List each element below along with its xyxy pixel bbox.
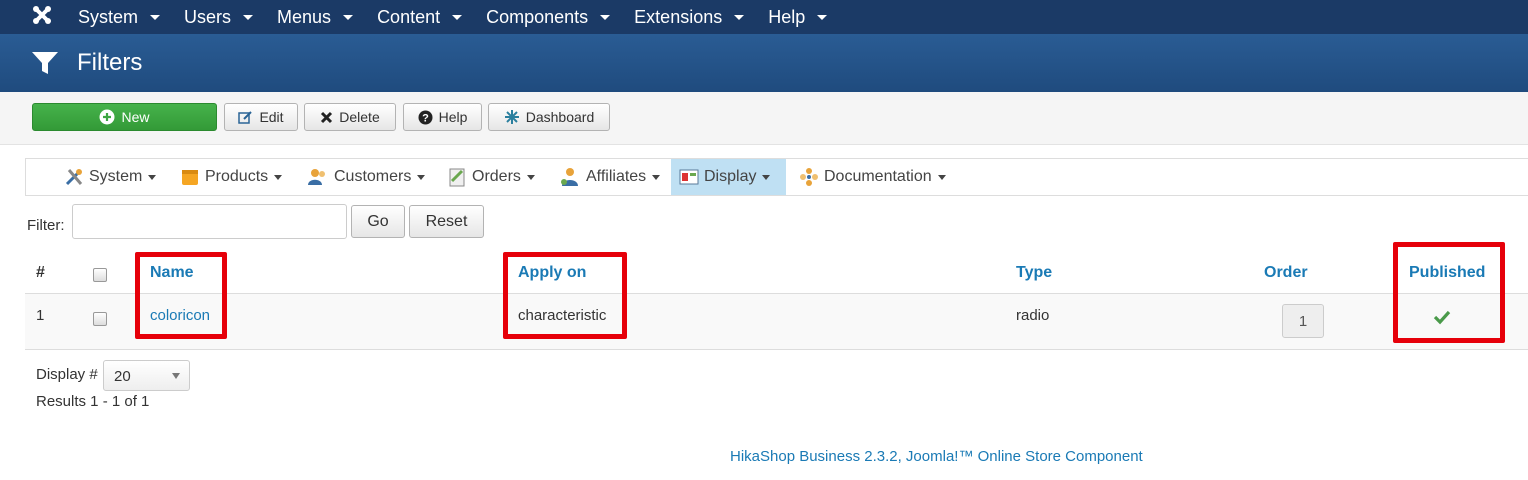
- caret-down-icon: [734, 14, 745, 20]
- new-button[interactable]: New: [32, 103, 217, 131]
- topnav-users[interactable]: Users: [172, 7, 265, 28]
- caret-down-icon: [817, 14, 828, 20]
- caret-down-icon: [937, 174, 946, 180]
- footer-credit-link[interactable]: HikaShop Business 2.3.2, Joomla!™ Online…: [730, 448, 1143, 465]
- caret-down-icon: [417, 174, 426, 180]
- highlight-box-apply-on: [503, 252, 627, 339]
- hikamenu-orders[interactable]: Orders: [439, 159, 543, 195]
- filter-input[interactable]: [72, 204, 347, 239]
- chevron-down-icon: [172, 373, 180, 379]
- hikamenu-affiliates[interactable]: Affiliates: [551, 159, 668, 195]
- hikamenu-display[interactable]: Display: [671, 159, 786, 195]
- svg-text:?: ?: [422, 112, 429, 124]
- hikamenu-products[interactable]: Products: [172, 159, 290, 195]
- column-header-number: #: [36, 264, 45, 281]
- order-input[interactable]: 1: [1282, 304, 1324, 338]
- go-button[interactable]: Go: [351, 205, 405, 238]
- type-value: radio: [1016, 307, 1050, 324]
- edit-icon: [238, 110, 253, 124]
- caret-down-icon: [343, 14, 354, 20]
- topnav-content[interactable]: Content: [365, 7, 474, 28]
- tools-icon: [65, 169, 83, 186]
- toolbar: New Edit Delete ? Help Dashboard: [0, 92, 1528, 145]
- highlight-box-published: [1393, 242, 1505, 343]
- affiliates-icon: [561, 168, 578, 186]
- plus-circle-icon: [99, 109, 115, 125]
- close-icon: [321, 111, 333, 123]
- top-navbar: System Users Menus Content Components Ex…: [0, 0, 1528, 34]
- caret-down-icon: [762, 174, 771, 180]
- hikashop-menu: System Products Customers Orders Affilia…: [25, 158, 1528, 196]
- topnav-help[interactable]: Help: [756, 7, 839, 28]
- row-checkbox[interactable]: [93, 312, 107, 326]
- filter-icon: [32, 52, 58, 74]
- top-menu: System Users Menus Content Components Ex…: [66, 0, 839, 34]
- reset-button[interactable]: Reset: [409, 205, 484, 238]
- column-header-type[interactable]: Type: [1016, 264, 1052, 282]
- caret-down-icon: [243, 14, 254, 20]
- help-button[interactable]: ? Help: [403, 103, 482, 131]
- table-header-divider: [25, 293, 1528, 294]
- topnav-extensions[interactable]: Extensions: [622, 7, 756, 28]
- display-count-select[interactable]: 20: [103, 360, 190, 391]
- results-count: Results 1 - 1 of 1: [36, 393, 150, 410]
- hikamenu-customers[interactable]: Customers: [299, 159, 433, 195]
- topnav-menus[interactable]: Menus: [265, 7, 365, 28]
- page-title: Filters: [77, 49, 143, 76]
- edit-button[interactable]: Edit: [224, 103, 298, 131]
- display-count-label: Display #: [36, 366, 98, 383]
- dashboard-icon: [504, 110, 519, 124]
- topnav-system[interactable]: System: [66, 7, 172, 28]
- filter-label: Filter:: [27, 217, 65, 234]
- select-all-checkbox[interactable]: [93, 268, 107, 282]
- caret-down-icon: [526, 174, 535, 180]
- title-bar: Filters: [0, 34, 1528, 92]
- joomla-logo-icon[interactable]: [30, 3, 54, 27]
- caret-down-icon: [652, 174, 661, 180]
- delete-button[interactable]: Delete: [304, 103, 396, 131]
- clipboard-icon: [449, 168, 465, 187]
- caret-down-icon: [150, 14, 161, 20]
- users-icon: [308, 169, 325, 185]
- hikamenu-system[interactable]: System: [56, 159, 164, 195]
- hikamenu-documentation[interactable]: Documentation: [791, 159, 954, 195]
- display-icon: [679, 169, 699, 185]
- box-icon: [182, 170, 198, 185]
- caret-down-icon: [148, 174, 157, 180]
- question-circle-icon: ?: [418, 110, 433, 124]
- flower-icon: [800, 168, 818, 186]
- dashboard-button[interactable]: Dashboard: [488, 103, 610, 131]
- topnav-components[interactable]: Components: [474, 7, 622, 28]
- column-header-order[interactable]: Order: [1264, 264, 1308, 282]
- caret-down-icon: [452, 14, 463, 20]
- caret-down-icon: [274, 174, 283, 180]
- caret-down-icon: [600, 14, 611, 20]
- highlight-box-name: [135, 252, 227, 339]
- row-number: 1: [36, 307, 45, 324]
